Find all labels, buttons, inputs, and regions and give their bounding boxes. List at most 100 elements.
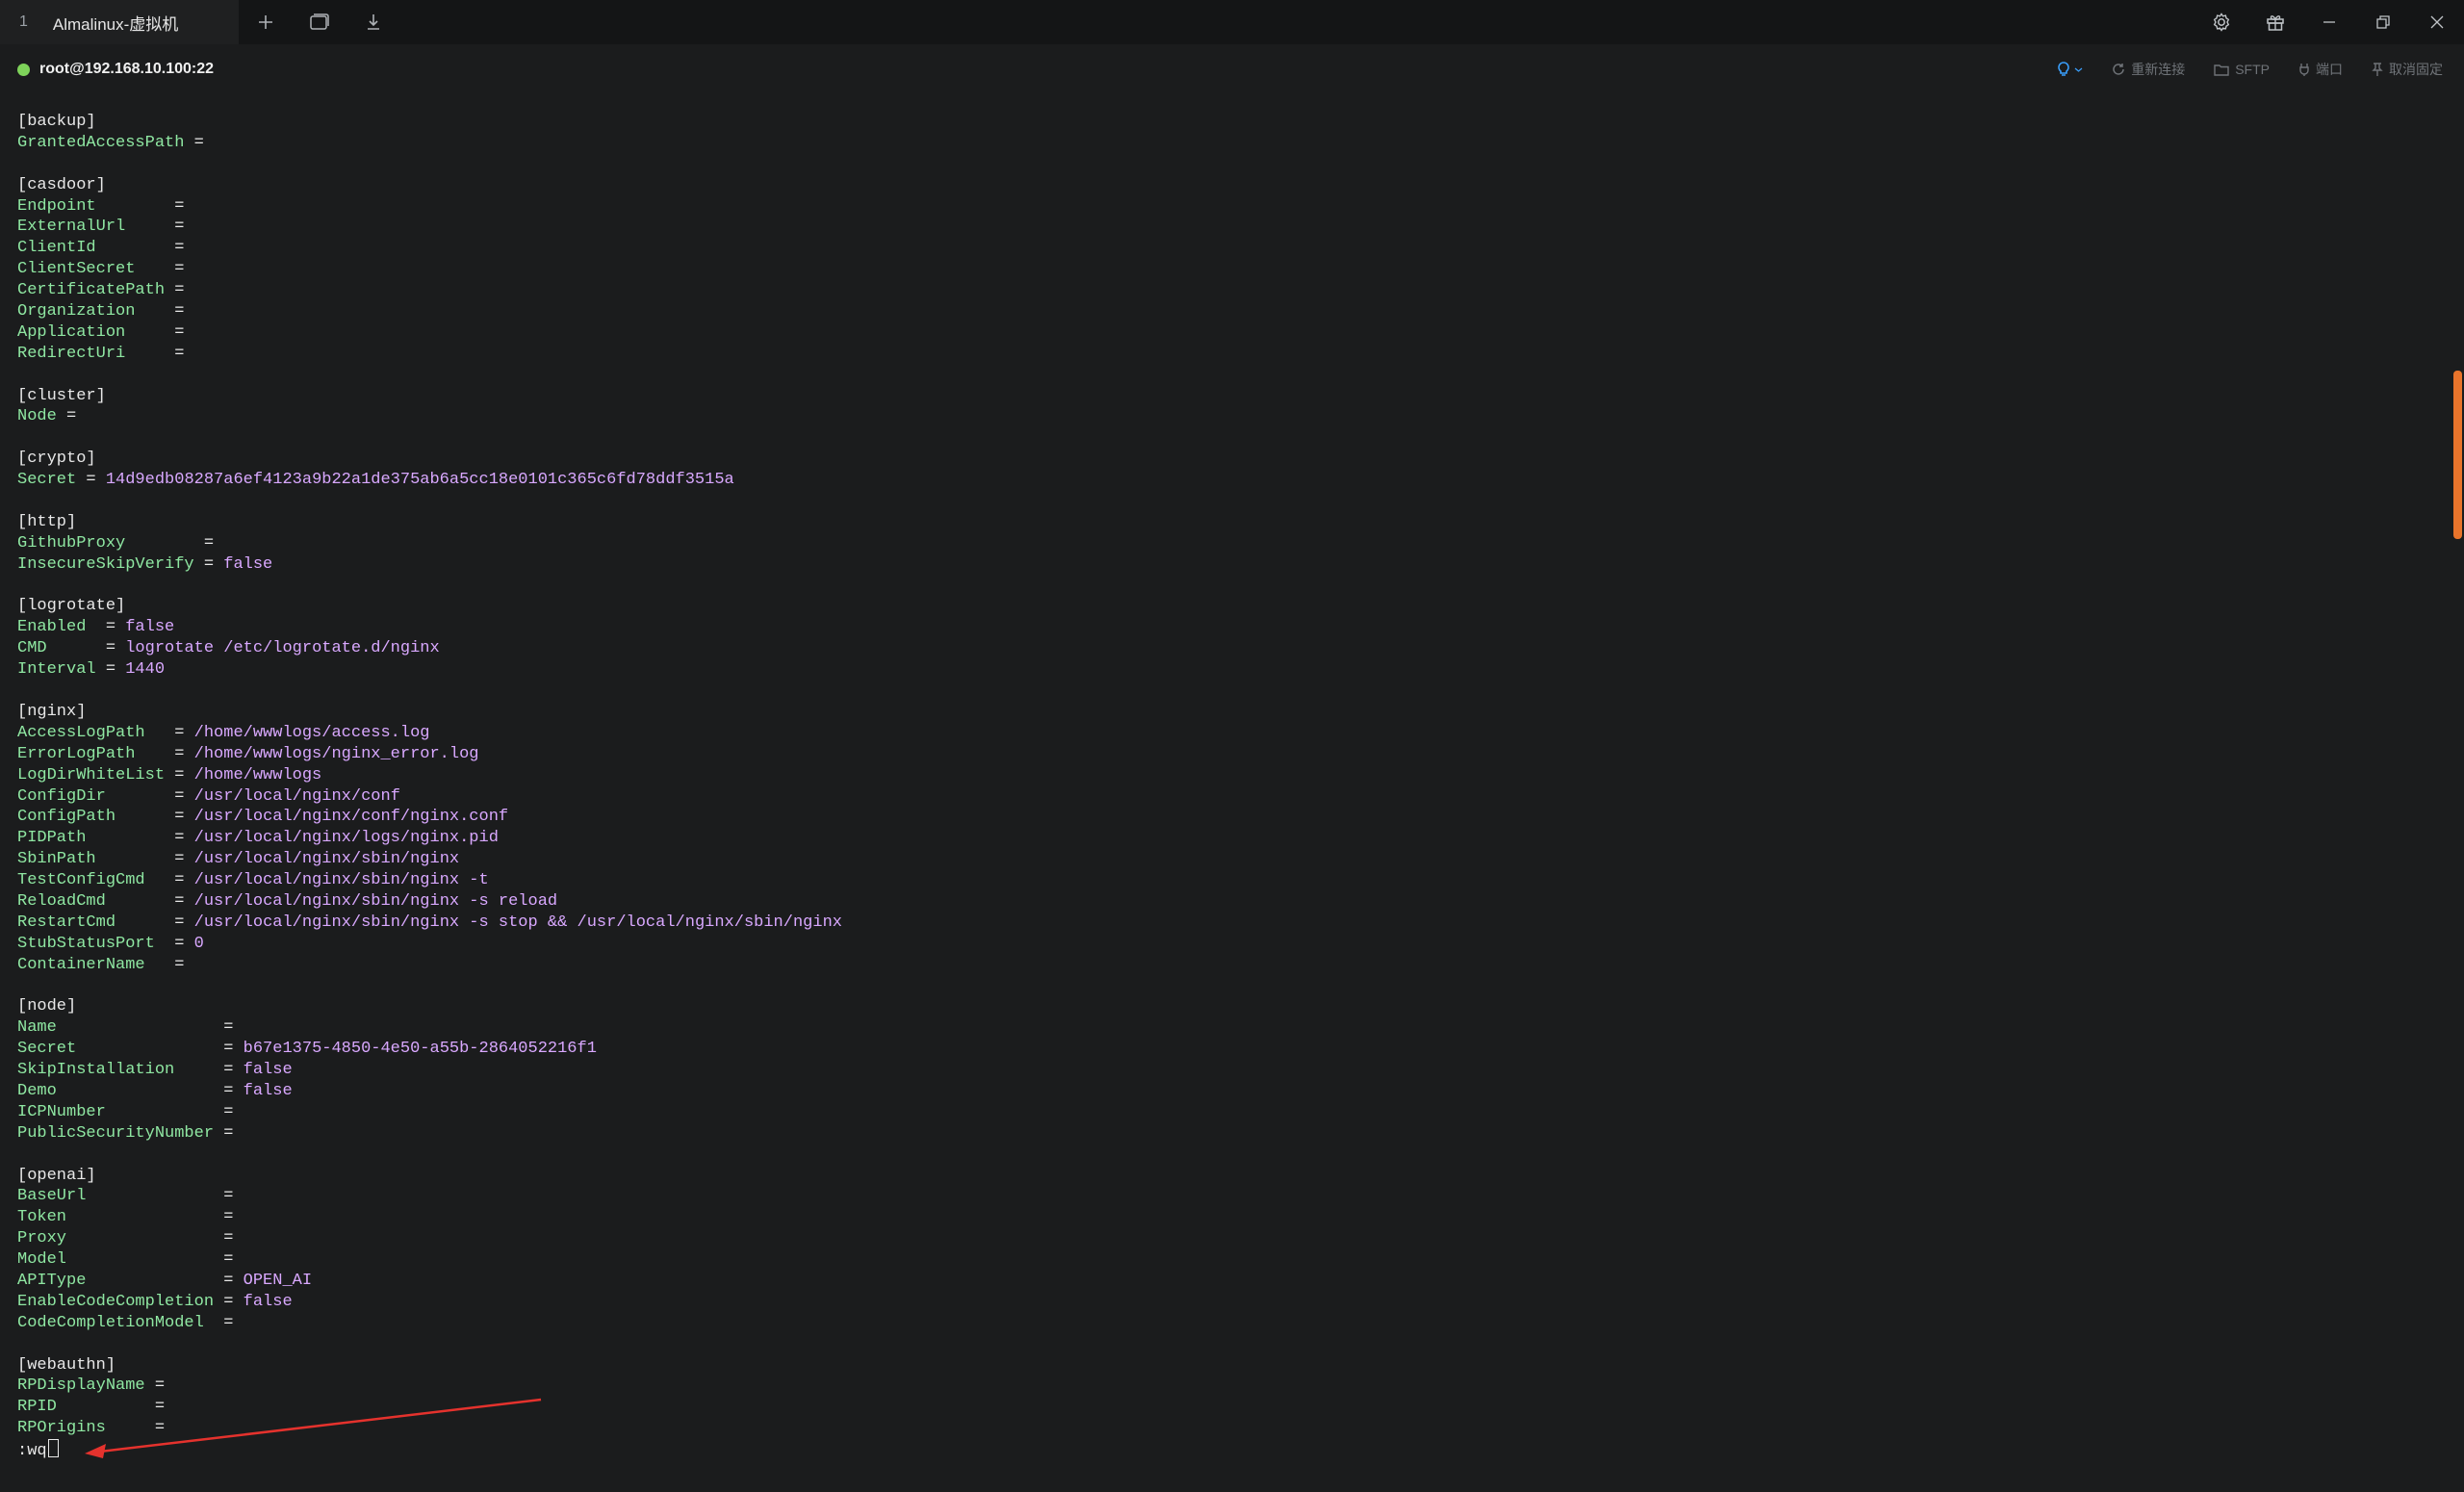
config-key: Interval [17,660,96,680]
tab-title: Almalinux-虚拟机 [52,14,179,34]
config-line: RPOrigins = [17,1418,2433,1439]
config-equals: = [105,786,194,806]
text-cursor [47,1439,59,1458]
config-section-header: [openai] [17,1166,2433,1187]
config-line: SkipInstallation = false [17,1060,2433,1081]
config-value: /home/wwwlogs [193,765,322,785]
config-equals: = [66,1250,234,1270]
section-name: [http] [17,512,77,531]
unpin-button[interactable]: 取消固定 [2372,60,2443,79]
config-key: ClientSecret [17,260,136,279]
config-key: Demo [17,1081,57,1100]
section-name: [casdoor] [17,175,106,194]
restore-button[interactable] [2356,0,2410,44]
config-line: RestartCmd = /usr/local/nginx/sbin/nginx… [17,913,2433,934]
config-equals: = [86,1187,234,1206]
config-key: Name [17,1018,57,1038]
config-equals: = [165,765,194,785]
config-line: Demo = false [17,1081,2433,1102]
config-line: Token = [17,1207,2433,1228]
scrollbar-thumb[interactable] [2453,371,2462,539]
gift-icon [2267,15,2284,31]
config-key: ExternalUrl [17,218,126,237]
config-equals: = [193,554,224,574]
config-line: CMD = logrotate /etc/logrotate.d/nginx [17,638,2433,659]
config-key: ContainerName [17,955,145,974]
download-button[interactable] [346,0,400,44]
config-equals: = [116,808,194,827]
minimize-button[interactable] [2302,0,2356,44]
section-name: [cluster] [17,386,106,405]
config-line: PublicSecurityNumber = [17,1123,2433,1145]
new-tab-button[interactable] [239,0,293,44]
tab-session[interactable]: 1 Almalinux-虚拟机 [0,0,239,44]
terminal-app-window: 1 Almalinux-虚拟机 root@192.168.10.100:22 重… [0,0,2464,1492]
config-value: OPEN_AI [243,1271,313,1290]
config-key: RestartCmd [17,913,116,932]
config-key: ConfigDir [17,786,106,806]
section-name: [openai] [17,1166,96,1185]
config-key: Enabled [17,618,87,637]
config-equals: = [66,1208,234,1227]
config-value: /usr/local/nginx/sbin/nginx [193,850,460,869]
config-key: RPDisplayName [17,1376,145,1396]
config-key: Secret [17,471,77,490]
config-key: GithubProxy [17,533,126,553]
config-key: APIType [17,1271,87,1290]
config-key: TestConfigCmd [17,871,145,890]
config-line: CodeCompletionModel = [17,1313,2433,1334]
reconnect-button[interactable]: 重新连接 [2112,60,2185,79]
config-equals: = [56,407,77,426]
window-copy-icon [310,13,329,30]
config-line: TestConfigCmd = /usr/local/nginx/sbin/ng… [17,870,2433,891]
config-equals: = [86,618,126,637]
plug-icon [2299,64,2309,76]
clone-tab-button[interactable] [293,0,346,44]
gift-button[interactable] [2248,0,2302,44]
terminal-scrollbar[interactable] [2451,94,2464,1492]
config-key: Model [17,1250,67,1270]
config-key: AccessLogPath [17,723,145,742]
section-name: [node] [17,997,77,1016]
config-key: RPID [17,1398,57,1417]
config-line: APIType = OPEN_AI [17,1271,2433,1292]
config-key: SkipInstallation [17,1061,175,1080]
config-value: false [125,618,175,637]
tab-index: 1 [19,13,28,30]
folder-icon [2214,64,2229,76]
config-value: /home/wwwlogs/nginx_error.log [193,744,479,763]
config-equals: = [95,196,185,216]
tips-button[interactable] [2057,61,2083,78]
settings-button[interactable] [2194,0,2248,44]
config-line: CertificatePath = [17,280,2433,301]
config-key: Secret [17,1040,77,1059]
config-line: ContainerName = [17,955,2433,976]
sftp-button[interactable]: SFTP [2214,62,2270,77]
config-equals: = [125,533,215,553]
gear-icon [2213,13,2230,32]
terminal-output[interactable]: [backup] GrantedAccessPath = [casdoor] End… [17,112,2433,1479]
port-button[interactable]: 端口 [2298,60,2343,79]
config-line: Endpoint = [17,196,2433,218]
config-value: false [243,1081,293,1100]
config-line: PIDPath = /usr/local/nginx/logs/nginx.pi… [17,828,2433,849]
config-equals: = [144,723,194,742]
config-section-header: [http] [17,512,2433,533]
config-key: ICPNumber [17,1102,106,1121]
config-equals: = [105,1102,234,1121]
chevron-down-icon [2074,67,2083,72]
vim-command: :wq [17,1442,47,1461]
config-key: Token [17,1208,67,1227]
config-key: BaseUrl [17,1187,87,1206]
config-equals: = [214,1123,234,1143]
config-key: RedirectUri [17,344,126,363]
config-key: ErrorLogPath [17,744,136,763]
close-button[interactable] [2410,0,2464,44]
config-value: /usr/local/nginx/conf/nginx.conf [193,808,509,827]
